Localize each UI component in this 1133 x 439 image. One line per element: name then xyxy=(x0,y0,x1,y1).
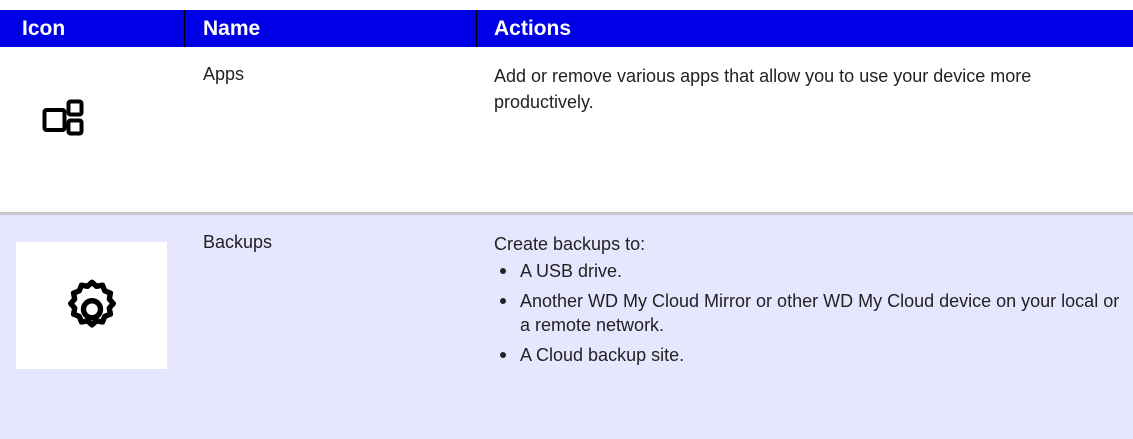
row-action: Add or remove various apps that allow yo… xyxy=(494,66,1032,112)
list-item: A Cloud backup site. xyxy=(494,343,1124,367)
action-intro: Create backups to: xyxy=(494,234,646,254)
bullet-icon xyxy=(500,352,506,358)
bullet-icon xyxy=(500,298,506,304)
table-row: Backups Create backups to: A USB drive. … xyxy=(0,215,1133,439)
table-row: Apps Add or remove various apps that all… xyxy=(0,47,1133,212)
row-name: Backups xyxy=(203,232,273,252)
gear-icon-tile xyxy=(16,242,167,369)
list-item: A USB drive. xyxy=(494,259,1124,283)
header-divider xyxy=(476,10,477,47)
header-icon: Icon xyxy=(22,17,66,40)
header-divider xyxy=(184,10,185,47)
header-name: Name xyxy=(203,17,261,40)
row-name: Apps xyxy=(203,64,245,84)
header-actions: Actions xyxy=(494,17,572,40)
list-item: Another WD My Cloud Mirror or other WD M… xyxy=(494,289,1124,337)
gear-icon xyxy=(68,279,116,328)
action-bullets: A USB drive. Another WD My Cloud Mirror … xyxy=(494,259,1124,367)
row-action: Create backups to: A USB drive. Another … xyxy=(494,231,1124,373)
bullet-icon xyxy=(500,268,506,274)
apps-icon xyxy=(42,99,84,146)
table-header: Icon Name Actions xyxy=(0,10,1133,47)
